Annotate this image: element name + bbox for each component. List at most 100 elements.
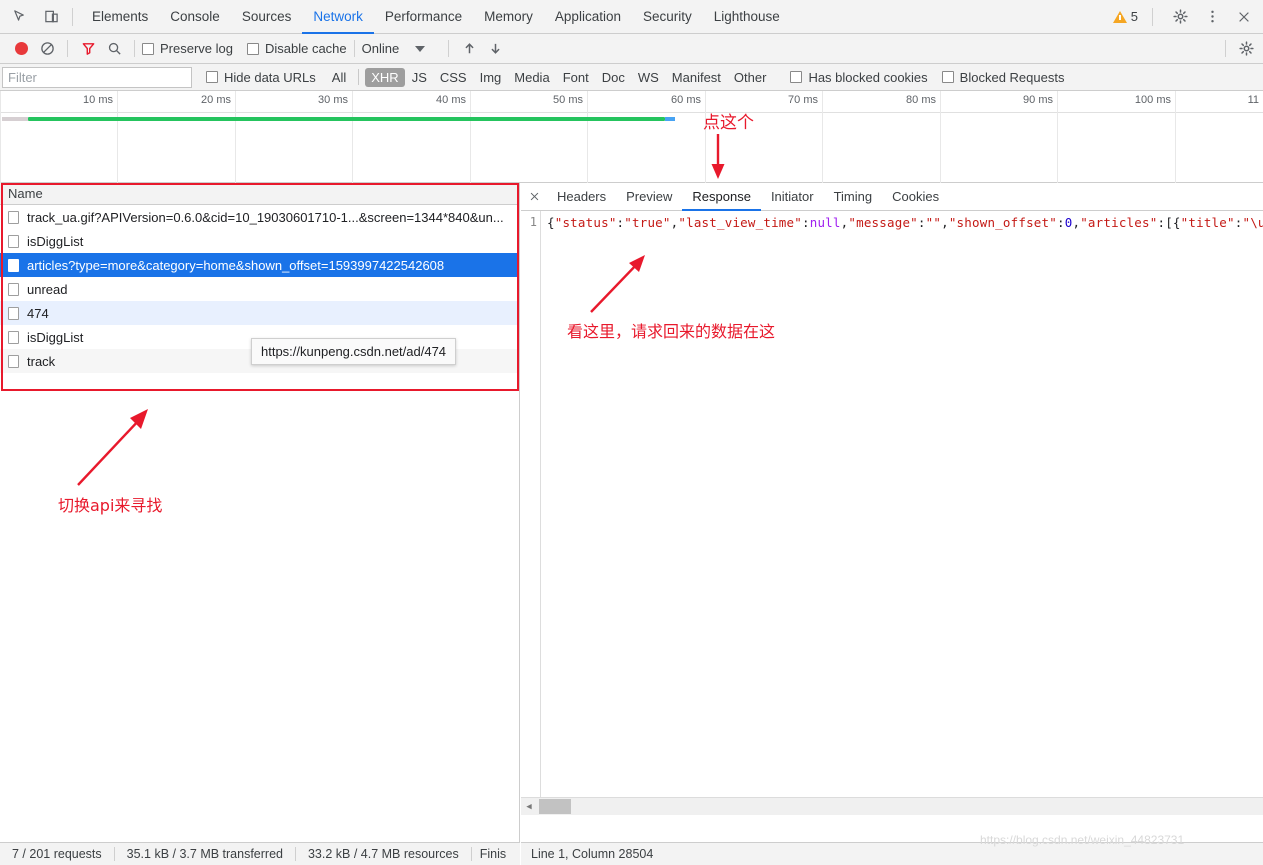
tab-timing[interactable]: Timing xyxy=(824,183,883,211)
export-har-button[interactable] xyxy=(482,36,508,62)
tab-preview[interactable]: Preview xyxy=(616,183,682,211)
filter-type-doc[interactable]: Doc xyxy=(596,68,631,87)
filter-type-font[interactable]: Font xyxy=(557,68,595,87)
preserve-log-label: Preserve log xyxy=(160,41,233,56)
filter-type-other[interactable]: Other xyxy=(728,68,773,87)
tab-console[interactable]: Console xyxy=(159,0,231,34)
device-toolbar-icon[interactable] xyxy=(38,4,64,30)
json-token: "status" xyxy=(554,215,617,230)
tab-initiator[interactable]: Initiator xyxy=(761,183,824,211)
clear-button[interactable] xyxy=(34,36,60,62)
request-name: isDiggList xyxy=(27,329,84,345)
filter-type-all[interactable]: All xyxy=(326,68,352,87)
timeline-tick-label: 70 ms xyxy=(788,94,818,106)
response-body-viewer[interactable]: 1 {"status":"true","last_view_time":null… xyxy=(521,211,1263,815)
tab-sources[interactable]: Sources xyxy=(231,0,303,34)
json-token: null xyxy=(809,215,841,230)
chevron-down-icon xyxy=(415,45,426,52)
table-row[interactable]: isDiggList xyxy=(0,229,519,253)
scroll-left-icon[interactable]: ◀ xyxy=(521,802,537,812)
hide-data-urls-box xyxy=(206,71,218,83)
tab-performance[interactable]: Performance xyxy=(374,0,473,34)
timeline-tick-label: 100 ms xyxy=(1134,94,1171,106)
tabbar-right-controls: 5 xyxy=(1112,4,1263,30)
timeline-tick-label: 10 ms xyxy=(83,94,113,106)
close-detail-icon[interactable] xyxy=(521,183,547,211)
tab-sources-label: Sources xyxy=(241,9,292,24)
json-token: : xyxy=(802,215,810,230)
json-token: : xyxy=(1057,215,1065,230)
throttling-dropdown[interactable] xyxy=(399,45,441,52)
controls-divider-2 xyxy=(134,40,135,57)
preserve-log-checkbox[interactable]: Preserve log xyxy=(142,41,233,56)
tab-headers[interactable]: Headers xyxy=(547,183,616,211)
table-row[interactable]: unread xyxy=(0,277,519,301)
tab-elements[interactable]: Elements xyxy=(81,0,159,34)
close-icon[interactable] xyxy=(1231,4,1257,30)
response-horizontal-scrollbar[interactable]: ◀ xyxy=(521,797,1263,815)
import-har-button[interactable] xyxy=(456,36,482,62)
timeline-tick-label: 11 xyxy=(1247,94,1259,106)
disable-cache-box xyxy=(246,42,259,55)
json-token: "title" xyxy=(1180,215,1235,230)
blocked-requests-label: Blocked Requests xyxy=(959,69,1065,85)
tab-security[interactable]: Security xyxy=(632,0,703,34)
filter-type-media[interactable]: Media xyxy=(508,68,555,87)
status-requests: 7 / 201 requests xyxy=(12,847,102,861)
table-row[interactable]: 474 xyxy=(0,301,519,325)
blocked-requests-box xyxy=(941,71,954,83)
json-token: "message" xyxy=(848,215,918,230)
annotation-look-here: 看这里，请求回来的数据在这 xyxy=(567,322,776,341)
request-name: track xyxy=(27,353,56,369)
column-header-name[interactable]: Name xyxy=(0,183,519,205)
timeline-tick-label: 90 ms xyxy=(1023,94,1053,106)
timeline-tick-label: 20 ms xyxy=(201,94,231,106)
filter-input[interactable]: Filter xyxy=(2,66,192,88)
kebab-menu-icon[interactable] xyxy=(1199,4,1225,30)
table-row[interactable]: track_ua.gif?APIVersion=0.6.0&cid=10_190… xyxy=(0,205,519,229)
scrollbar-thumb[interactable] xyxy=(539,799,571,814)
request-detail-pane: Headers Preview Response Initiator Timin… xyxy=(521,183,1263,842)
timeline-tick-label: 30 ms xyxy=(318,94,348,106)
request-type-icon xyxy=(8,354,19,368)
tab-lighthouse-label: Lighthouse xyxy=(713,9,780,24)
gear-icon[interactable] xyxy=(1167,4,1193,30)
filter-button[interactable] xyxy=(75,36,101,62)
request-name: 474 xyxy=(27,305,49,321)
tab-network[interactable]: Network xyxy=(302,0,374,34)
disable-cache-checkbox[interactable]: Disable cache xyxy=(246,41,347,56)
table-row-selected[interactable]: articles?type=more&category=home&shown_o… xyxy=(0,253,519,277)
record-button[interactable] xyxy=(8,36,34,62)
inspect-element-icon[interactable] xyxy=(6,4,32,30)
warning-badge[interactable]: 5 xyxy=(1112,9,1138,24)
timeline-tick-label: 80 ms xyxy=(906,94,936,106)
has-blocked-cookies-box xyxy=(790,71,803,83)
controls-divider-3 xyxy=(353,40,355,57)
network-overview-timeline[interactable]: 10 ms 20 ms 30 ms 40 ms 50 ms 60 ms 70 m… xyxy=(0,91,1263,183)
json-token: "last_view_time" xyxy=(678,215,802,230)
has-blocked-cookies-checkbox[interactable]: Has blocked cookies xyxy=(790,70,928,85)
search-button[interactable] xyxy=(101,36,127,62)
filter-type-manifest[interactable]: Manifest xyxy=(666,68,727,87)
line-number: 1 xyxy=(529,215,537,229)
filter-type-ws[interactable]: WS xyxy=(632,68,665,87)
hide-data-urls-checkbox[interactable]: Hide data URLs xyxy=(206,70,316,85)
filter-type-img[interactable]: Img xyxy=(474,68,508,87)
throttling-select[interactable]: Online xyxy=(362,41,400,56)
warning-icon xyxy=(1112,10,1127,23)
tab-cookies[interactable]: Cookies xyxy=(882,183,949,211)
filter-type-js[interactable]: JS xyxy=(406,68,433,87)
tab-application[interactable]: Application xyxy=(544,0,632,34)
status-resources: 33.2 kB / 4.7 MB resources xyxy=(307,847,459,861)
tab-memory[interactable]: Memory xyxy=(473,0,544,34)
blocked-requests-checkbox[interactable]: Blocked Requests xyxy=(941,69,1065,85)
tab-response[interactable]: Response xyxy=(682,183,761,211)
request-type-icon xyxy=(8,210,19,224)
filter-type-xhr[interactable]: XHR xyxy=(365,67,405,87)
network-settings-gear-icon[interactable] xyxy=(1233,36,1259,62)
hide-data-urls-label: Hide data URLs xyxy=(224,69,316,85)
cursor-position: Line 1, Column 28504 xyxy=(531,847,654,861)
tab-application-label: Application xyxy=(554,9,621,24)
filter-type-css[interactable]: CSS xyxy=(434,68,473,87)
tab-lighthouse[interactable]: Lighthouse xyxy=(703,0,791,34)
